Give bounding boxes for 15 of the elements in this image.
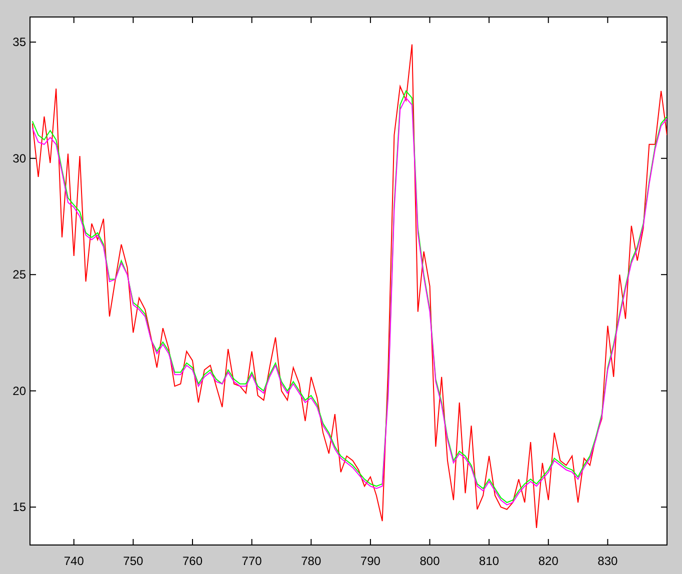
tick-label: 820	[538, 554, 558, 568]
tick-label: 20	[12, 384, 26, 398]
tick-label: 25	[12, 268, 26, 282]
tick-label: 780	[301, 554, 322, 568]
tick-label: 30	[12, 151, 26, 166]
tick-label: 800	[420, 554, 440, 568]
tick-label: 740	[64, 554, 84, 568]
tick-label: 750	[123, 554, 144, 568]
tick-label: 790	[360, 554, 380, 568]
tick-label: 770	[242, 554, 262, 568]
tick-label: 810	[479, 554, 500, 568]
tick-label: 15	[12, 500, 26, 514]
tick-label: 35	[12, 35, 26, 50]
tick-label: 760	[182, 554, 203, 568]
tick-label: 830	[598, 554, 618, 568]
